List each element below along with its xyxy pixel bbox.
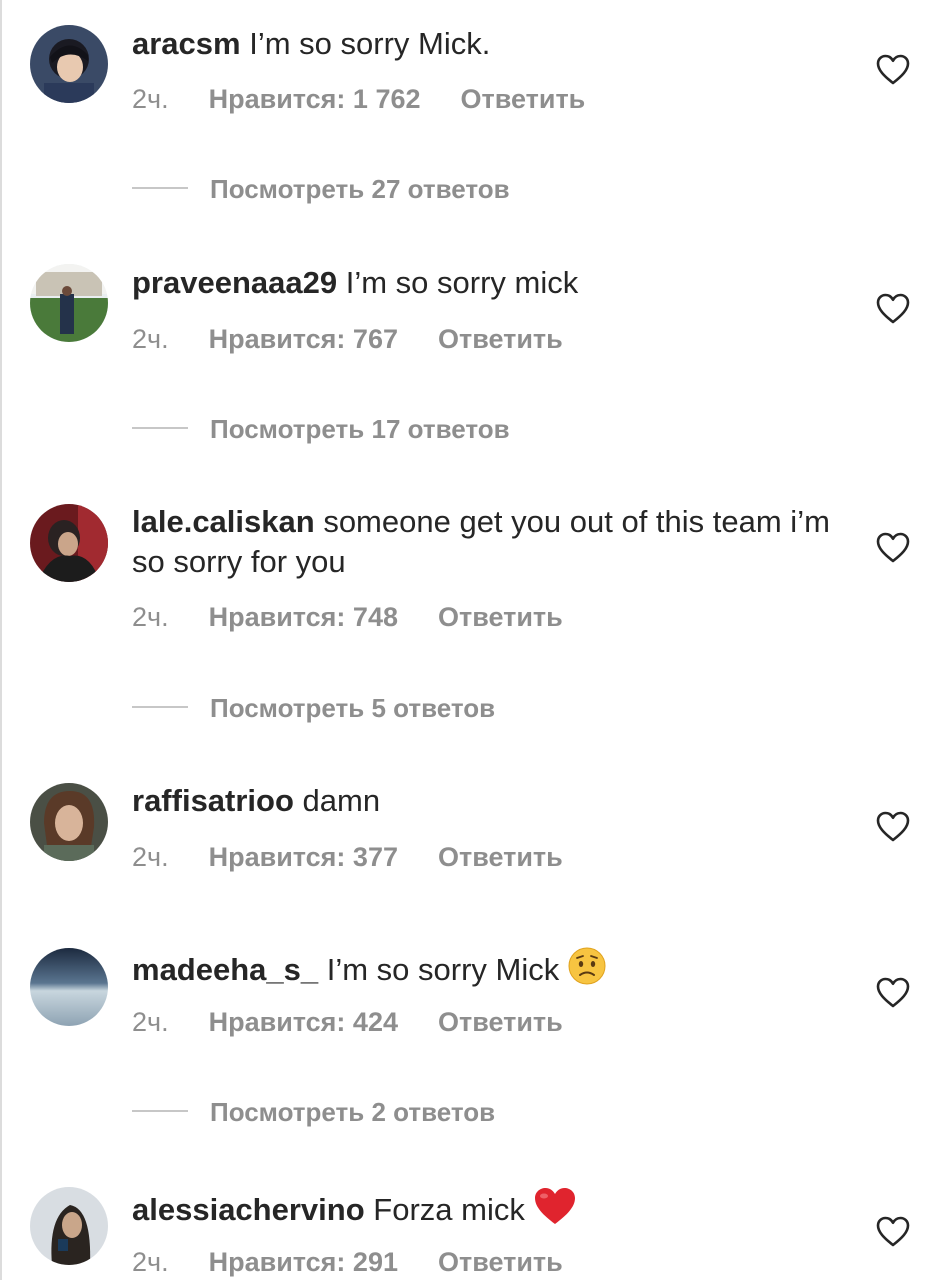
replies-line xyxy=(132,427,188,430)
heart-outline-icon[interactable] xyxy=(876,54,910,86)
comment-message: I’m so sorry Mick. xyxy=(249,26,491,61)
comment-message: I’m so sorry mick xyxy=(345,265,579,300)
comment-text: lale.caliskan someone get you out of thi… xyxy=(132,502,832,582)
reply-button[interactable]: Ответить xyxy=(461,84,586,114)
replies-line xyxy=(132,1110,188,1113)
avatar[interactable] xyxy=(30,1187,108,1265)
comment-text: aracsm I’m so sorry Mick. xyxy=(132,24,832,64)
comment-meta: 2ч. Нравится: 377 Ответить xyxy=(132,842,563,873)
comment-likes[interactable]: Нравится: 291 xyxy=(209,1247,398,1277)
comment-time: 2ч. xyxy=(132,1247,169,1277)
avatar[interactable] xyxy=(30,25,108,103)
comment-message: Forza mick xyxy=(373,1192,525,1227)
view-replies-button[interactable]: Посмотреть 2 ответов xyxy=(132,1097,495,1128)
comment-username[interactable]: aracsm xyxy=(132,26,241,61)
comment-time: 2ч. xyxy=(132,1007,169,1037)
heart-outline-icon[interactable] xyxy=(876,977,910,1009)
replies-line xyxy=(132,187,188,190)
view-replies-button[interactable]: Посмотреть 27 ответов xyxy=(132,174,510,205)
comment-likes[interactable]: Нравится: 424 xyxy=(209,1007,398,1037)
comment-text: raffisatrioo damn xyxy=(132,781,832,821)
comment-likes[interactable]: Нравится: 1 762 xyxy=(209,84,421,114)
comment-meta: 2ч. Нравится: 1 762 Ответить xyxy=(132,84,585,115)
comment-time: 2ч. xyxy=(132,842,169,872)
comment-username[interactable]: raffisatrioo xyxy=(132,783,294,818)
avatar[interactable] xyxy=(30,264,108,342)
view-replies-label: Посмотреть 17 ответов xyxy=(210,414,510,444)
comment-time: 2ч. xyxy=(132,84,169,114)
avatar[interactable] xyxy=(30,783,108,861)
heart-outline-icon[interactable] xyxy=(876,293,910,325)
comment-likes[interactable]: Нравится: 748 xyxy=(209,602,398,632)
heart-outline-icon[interactable] xyxy=(876,811,910,843)
comment-username[interactable]: madeeha_s_ xyxy=(132,952,318,987)
comment-time: 2ч. xyxy=(132,324,169,354)
comment-likes[interactable]: Нравится: 377 xyxy=(209,842,398,872)
comment-likes[interactable]: Нравится: 767 xyxy=(209,324,398,354)
comment-text: madeeha_s_ I’m so sorry Mick xyxy=(132,946,832,990)
comment-time: 2ч. xyxy=(132,602,169,632)
worried-face-emoji xyxy=(568,947,606,985)
left-edge-divider xyxy=(0,0,2,1280)
reply-button[interactable]: Ответить xyxy=(438,602,563,632)
view-replies-label: Посмотреть 27 ответов xyxy=(210,174,510,204)
avatar[interactable] xyxy=(30,504,108,582)
comment-username[interactable]: lale.caliskan xyxy=(132,504,315,539)
comment-text: alessiachervino Forza mick xyxy=(132,1186,832,1230)
view-replies-label: Посмотреть 5 ответов xyxy=(210,693,496,723)
comment-message: damn xyxy=(302,783,381,818)
heart-outline-icon[interactable] xyxy=(876,1216,910,1248)
reply-button[interactable]: Ответить xyxy=(438,1247,563,1277)
comment-text: praveenaaa29 I’m so sorry mick xyxy=(132,263,832,303)
comment-meta: 2ч. Нравится: 424 Ответить xyxy=(132,1007,563,1038)
comment-username[interactable]: praveenaaa29 xyxy=(132,265,337,300)
red-heart-emoji xyxy=(534,1188,575,1224)
comment-meta: 2ч. Нравится: 291 Ответить xyxy=(132,1247,563,1278)
reply-button[interactable]: Ответить xyxy=(438,324,563,354)
heart-outline-icon[interactable] xyxy=(876,532,910,564)
comment-message: I’m so sorry Mick xyxy=(326,952,560,987)
reply-button[interactable]: Ответить xyxy=(438,842,563,872)
reply-button[interactable]: Ответить xyxy=(438,1007,563,1037)
replies-line xyxy=(132,706,188,709)
comment-meta: 2ч. Нравится: 748 Ответить xyxy=(132,602,563,633)
view-replies-button[interactable]: Посмотреть 5 ответов xyxy=(132,693,495,724)
view-replies-button[interactable]: Посмотреть 17 ответов xyxy=(132,414,510,445)
comment-meta: 2ч. Нравится: 767 Ответить xyxy=(132,324,563,355)
comment-username[interactable]: alessiachervino xyxy=(132,1192,365,1227)
avatar[interactable] xyxy=(30,948,108,1026)
view-replies-label: Посмотреть 2 ответов xyxy=(210,1097,496,1127)
